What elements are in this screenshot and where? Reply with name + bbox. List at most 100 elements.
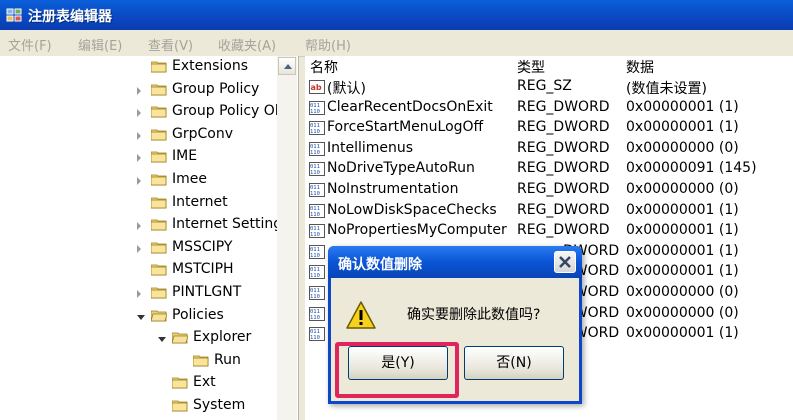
value-type: REG_SZ bbox=[517, 78, 572, 94]
binary-value-icon: 011 110 bbox=[309, 141, 325, 156]
value-row[interactable]: 011 110 ForceStartMenuLogOff REG_DWORD 0x000… bbox=[305, 118, 793, 139]
folder-icon bbox=[150, 173, 167, 186]
svg-text:110: 110 bbox=[310, 170, 320, 176]
tree-node-label: PINTLGNT bbox=[172, 284, 242, 300]
menu-bar: 文件(F) 编辑(E) 查看(V) 收藏夹(A) 帮助(H) bbox=[0, 30, 793, 57]
value-row[interactable]: 011 110 NoInstrumentation REG_DWORD 0x000000… bbox=[305, 180, 793, 201]
binary-value-icon: 011 110 bbox=[309, 100, 325, 115]
tree-node[interactable]: Group Policy bbox=[0, 80, 298, 102]
svg-text:110: 110 bbox=[310, 335, 320, 341]
value-name: NoPropertiesMyComputer bbox=[327, 222, 507, 239]
tree-node[interactable]: IME bbox=[0, 147, 298, 169]
tree-node-label: MSTCIPH bbox=[172, 261, 234, 278]
tree-node[interactable]: MSTCIPH bbox=[0, 260, 298, 282]
dialog-message: 确实要删除此数值吗? bbox=[407, 307, 541, 323]
expand-down-icon[interactable] bbox=[158, 337, 166, 343]
folder-icon bbox=[150, 286, 167, 299]
svg-text:110: 110 bbox=[310, 109, 320, 115]
expand-right-icon[interactable] bbox=[137, 109, 141, 118]
folder-icon bbox=[171, 331, 189, 344]
tree-node[interactable]: PINTLGNT bbox=[0, 283, 298, 305]
expand-right-icon[interactable] bbox=[137, 177, 141, 185]
tree-scrollbar[interactable] bbox=[277, 56, 297, 420]
scroll-up-button[interactable] bbox=[278, 57, 296, 75]
value-data: 0x00000091 (145) bbox=[626, 160, 757, 177]
tree-node[interactable]: GrpConv bbox=[0, 125, 298, 147]
value-name: NoLowDiskSpaceChecks bbox=[327, 201, 497, 218]
value-row[interactable]: ab (默认) REG_SZ (数值未设置) bbox=[305, 77, 793, 98]
column-header-name[interactable]: 名称 bbox=[310, 57, 338, 77]
tree-node[interactable]: Run bbox=[0, 351, 298, 373]
window-title: 注册表编辑器 bbox=[28, 9, 112, 25]
tree-node[interactable]: MSSCIPY bbox=[0, 238, 298, 260]
value-data: 0x00000001 (1) bbox=[626, 201, 739, 218]
expand-right-icon[interactable] bbox=[137, 154, 141, 163]
expand-right-icon[interactable] bbox=[137, 290, 141, 298]
value-name: Intellimenus bbox=[327, 139, 414, 156]
tree-node[interactable]: Internet Setting bbox=[0, 215, 298, 237]
value-row[interactable]: 011 110 NoDriveTypeAutoRun REG_DWORD 0x00000… bbox=[305, 159, 793, 180]
tree-node-label: Policies bbox=[172, 306, 224, 323]
value-type: REG_DWORD bbox=[517, 119, 610, 136]
folder-icon bbox=[192, 354, 209, 367]
registry-key-tree: Extensions Group Policy Group Policy Ob Grp… bbox=[0, 56, 299, 420]
value-data: 0x00000000 (0) bbox=[626, 304, 739, 321]
registry-editor-icon bbox=[6, 8, 22, 22]
menu-help[interactable]: 帮助(H) bbox=[305, 35, 351, 54]
no-button[interactable]: 否(N) bbox=[464, 346, 564, 380]
svg-text:110: 110 bbox=[310, 129, 320, 135]
value-data: (数值未设置) bbox=[626, 81, 707, 97]
menu-edit[interactable]: 编辑(E) bbox=[78, 35, 122, 54]
column-header-data[interactable]: 数据 bbox=[626, 57, 654, 77]
folder-icon bbox=[150, 218, 167, 231]
tree-node[interactable]: System bbox=[0, 396, 298, 418]
tree-node-label: GrpConv bbox=[172, 125, 233, 142]
tree-node[interactable]: Imee bbox=[0, 170, 298, 192]
value-row[interactable]: 011 110 NoPropertiesMyComputer REG_DWORD 0x0… bbox=[305, 221, 793, 242]
folder-icon bbox=[150, 60, 167, 73]
binary-value-icon: 011 110 bbox=[309, 162, 325, 177]
menu-file[interactable]: 文件(F) bbox=[8, 35, 52, 54]
binary-value-icon: 011 110 bbox=[309, 244, 325, 259]
value-name: NoDriveTypeAutoRun bbox=[327, 160, 475, 177]
value-data: 0x00000001 (1) bbox=[626, 263, 739, 280]
tree-node-label: Imee bbox=[172, 171, 207, 187]
column-header-type[interactable]: 类型 bbox=[517, 57, 545, 77]
value-row[interactable]: 011 110 Intellimenus REG_DWORD 0x00000000 (0… bbox=[305, 139, 793, 160]
svg-text:110: 110 bbox=[310, 253, 320, 259]
expand-right-icon[interactable] bbox=[137, 86, 141, 95]
tree-node[interactable]: Internet bbox=[0, 193, 298, 215]
expand-right-icon[interactable] bbox=[137, 222, 141, 231]
tree-node-label: Ext bbox=[193, 374, 216, 391]
value-row[interactable]: 011 110 ClearRecentDocsOnExit REG_DWORD 0x00… bbox=[305, 98, 793, 119]
expand-right-icon[interactable] bbox=[137, 131, 141, 140]
binary-value-icon: 011 110 bbox=[309, 203, 325, 218]
value-row[interactable]: 011 110 NoLowDiskSpaceChecks REG_DWORD 0x000… bbox=[305, 201, 793, 222]
tree-node[interactable]: Ext bbox=[0, 373, 298, 395]
svg-text:110: 110 bbox=[310, 294, 320, 300]
warning-icon bbox=[346, 301, 376, 329]
folder-icon bbox=[171, 376, 188, 389]
value-name: NoInstrumentation bbox=[327, 181, 459, 197]
dialog-titlebar: 确认数值删除 bbox=[328, 246, 582, 278]
value-name: (默认) bbox=[327, 81, 366, 97]
value-type: REG_DWORD bbox=[517, 98, 610, 115]
menu-view[interactable]: 查看(V) bbox=[148, 35, 193, 54]
expand-right-icon[interactable] bbox=[137, 244, 141, 253]
tree-node[interactable]: Group Policy Ob bbox=[0, 102, 298, 124]
binary-value-icon: 011 110 bbox=[309, 224, 325, 239]
tree-node-label: Group Policy Ob bbox=[172, 103, 284, 120]
value-data: 0x00000001 (1) bbox=[626, 242, 739, 259]
tree-node-label: System bbox=[193, 397, 246, 413]
tree-node[interactable]: Policies bbox=[0, 306, 298, 328]
folder-icon bbox=[150, 150, 167, 163]
expand-down-icon[interactable] bbox=[137, 314, 145, 320]
tree-node[interactable]: Extensions bbox=[0, 57, 298, 79]
menu-favorites[interactable]: 收藏夹(A) bbox=[218, 35, 276, 54]
value-data: 0x00000001 (1) bbox=[626, 119, 739, 136]
close-icon[interactable] bbox=[554, 251, 576, 273]
svg-text:110: 110 bbox=[310, 191, 320, 197]
tree-node[interactable]: Explorer bbox=[0, 328, 298, 350]
svg-text:110: 110 bbox=[310, 273, 320, 279]
tree-node-label: Run bbox=[214, 351, 241, 368]
